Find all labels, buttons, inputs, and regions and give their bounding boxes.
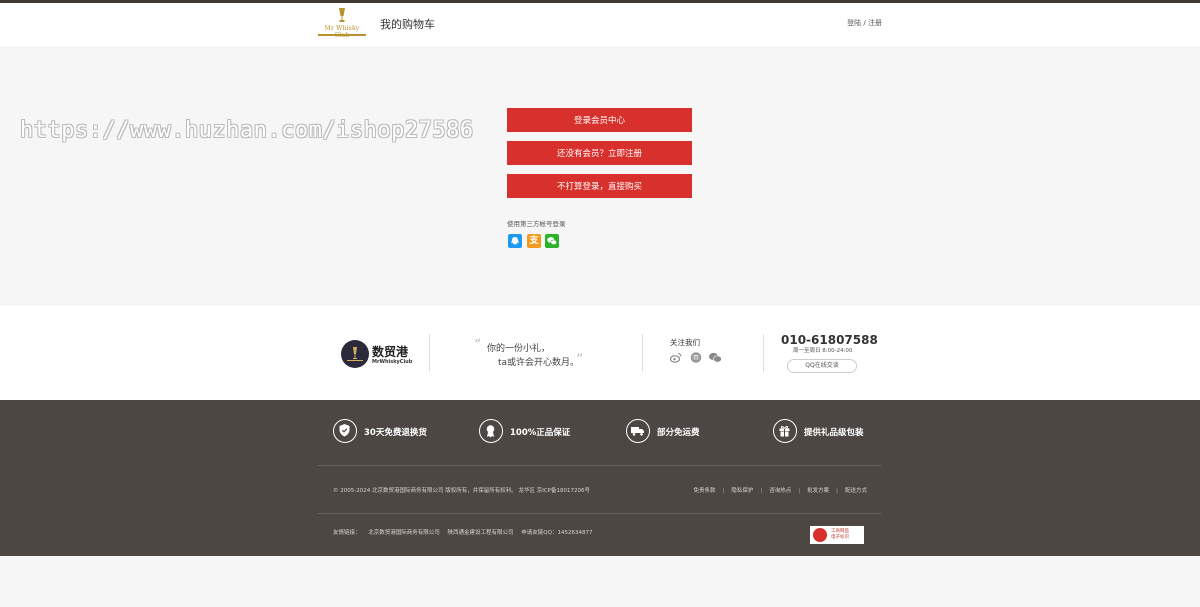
divider (763, 334, 764, 372)
footer-divider (318, 465, 881, 466)
friend-link[interactable]: 陕西通金建设工程有限公司 (448, 530, 514, 536)
page-title: 我的购物车 (380, 18, 435, 31)
alipay-icon[interactable]: 支 (527, 234, 541, 248)
feature-label: 部分免运费 (657, 428, 700, 438)
alipay-glyph: 支 (529, 236, 539, 246)
gift-icon (773, 419, 797, 443)
register-now-button[interactable]: 还没有会员？立即注册 (507, 141, 692, 165)
footer-links: 免责条款 | 隐私保护 | 咨询热点 | 批发方案 | 配送方式 (693, 486, 867, 494)
qq-chat-button[interactable]: QQ在线交谈 (787, 359, 857, 373)
copyright-text: © 2005-2024 北京数贸港国际商务有限公司 版权所有，并保留所有权利。 … (333, 488, 590, 494)
friend-link[interactable]: 北京数贸港国际商务有限公司 (368, 530, 440, 536)
divider (642, 334, 643, 372)
feature-label: 100%正品保证 (510, 428, 571, 438)
member-login-button[interactable]: 登录会员中心 (507, 108, 692, 132)
weibo-icon[interactable] (670, 352, 682, 363)
slogan-line-1: 你的一份小礼， (487, 344, 551, 354)
login-link[interactable]: 登陆 (847, 19, 861, 27)
divider (429, 334, 430, 372)
footer-link-privacy[interactable]: 隐私保护 (731, 488, 753, 494)
feature-label: 30天免费退换货 (364, 428, 427, 438)
slogan-line-2: ta或许会开心数月。 (498, 358, 580, 368)
footer-link-wholesale[interactable]: 批发方案 (807, 488, 829, 494)
auth-links: 登陆 / 注册 (847, 18, 882, 28)
link-separator: | (760, 488, 763, 494)
quote-close-mark: ” (576, 352, 584, 368)
logo-underline (318, 34, 366, 36)
douban-icon[interactable] (690, 352, 702, 363)
whisky-glass-icon (339, 8, 345, 22)
seal-icon (813, 528, 827, 542)
brand-name: 数贸港 (372, 345, 409, 359)
footer-link-hotline[interactable]: 咨询热点 (769, 488, 791, 494)
auth-divider: / (863, 19, 866, 27)
third-party-login-label: 使用第三方帐号登录 (507, 220, 566, 228)
service-hours: 周一至周日 8:00-24:00 (793, 348, 853, 354)
shield-icon (333, 419, 357, 443)
logo-brand-text: Mr Whisky Club (324, 25, 360, 39)
badge-line-2: 电子标识 (831, 535, 849, 540)
link-separator: | (836, 488, 838, 494)
qq-icon[interactable] (508, 234, 522, 248)
quote-open-mark: “ (474, 337, 482, 353)
brand-emblem-icon (341, 340, 369, 368)
link-separator: | (798, 488, 801, 494)
wechat-icon[interactable] (708, 352, 722, 363)
follow-us-label: 关注我们 (670, 338, 700, 347)
register-link[interactable]: 注册 (868, 19, 882, 27)
promo-band (0, 306, 1200, 400)
site-logo[interactable]: Mr Whisky Club (318, 7, 366, 39)
header: Mr Whisky Club 我的购物车 登陆 / 注册 (0, 3, 1200, 46)
footer-divider (318, 513, 881, 514)
friend-links-label: 友情链接： (333, 530, 361, 536)
footer-link-delivery[interactable]: 配送方式 (845, 488, 867, 494)
business-license-badge[interactable]: 工商网监 电子标识 (810, 526, 864, 544)
medal-icon (479, 419, 503, 443)
friend-links: 友情链接： 北京数贸港国际商务有限公司 陕西通金建设工程有限公司 申请友链QQ：… (333, 528, 598, 536)
wechat-icon[interactable] (545, 234, 559, 248)
footer-link-disclaimer[interactable]: 免责条款 (693, 488, 715, 494)
friend-link-apply[interactable]: 申请友链QQ：1452634877 (521, 530, 592, 536)
truck-icon (626, 419, 650, 443)
brand-subtitle: MrWhiskyClub (372, 359, 413, 365)
feature-label: 提供礼品级包装 (804, 428, 864, 438)
hotline-number: 010-61807588 (781, 333, 878, 347)
footer (0, 400, 1200, 556)
watermark-text: https://www.huzhan.com/ishop27586 (20, 118, 474, 143)
link-separator: | (722, 488, 725, 494)
guest-checkout-button[interactable]: 不打算登录，直接购买 (507, 174, 692, 198)
